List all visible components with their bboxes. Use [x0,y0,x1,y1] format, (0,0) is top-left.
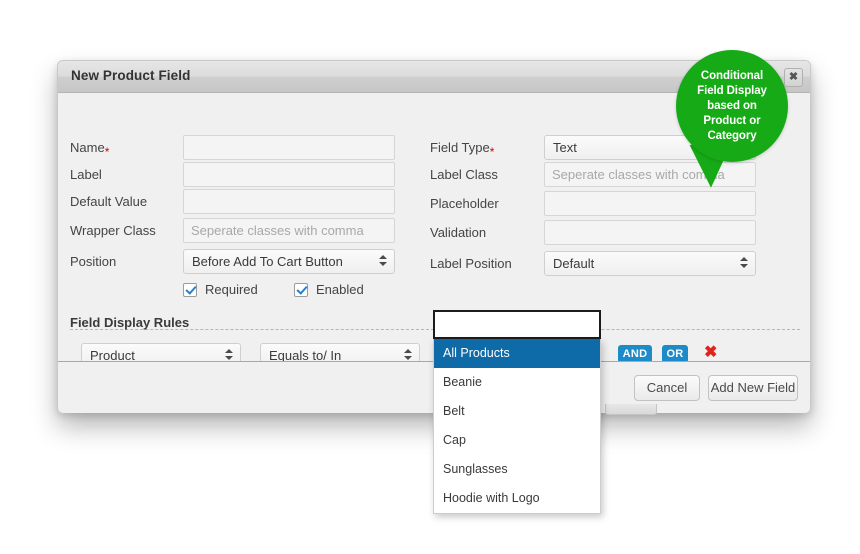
required-checkbox[interactable] [183,282,197,297]
callout-bubble: Conditional Field Display based on Product … [676,50,788,162]
page-title: New Product Field [71,68,191,83]
label-position: Position [70,254,117,269]
dropdown-option[interactable]: Hoodie with Logo [434,484,600,513]
rule-value-input[interactable] [433,310,601,339]
name-field[interactable] [183,135,395,160]
dropdown-option[interactable]: Cap [434,426,600,455]
label-label: Label [70,167,102,182]
modal-bottom-tab [605,404,657,415]
label-default-value: Default Value [70,194,148,209]
form-row-label-class: Label Class [430,162,800,188]
callout-line: Field Display [697,84,767,97]
default-value-field[interactable] [183,189,395,214]
label-name-text: Name [70,140,105,155]
label-validation: Validation [430,225,487,240]
form-row-placeholder: Placeholder [430,191,800,217]
form-row-wrapper-class: Wrapper Class [70,218,420,244]
form-row-label-position: Label Position Default [430,251,800,277]
wrapper-class-field[interactable] [183,218,395,243]
label-label-class: Label Class [430,167,498,182]
label-position-select[interactable]: Default [544,251,756,276]
enabled-checkbox[interactable] [294,282,308,297]
label-position-select-value: Default [553,256,595,271]
dropdown-option[interactable]: Sunglasses [434,455,600,484]
callout-line: Product or [703,114,761,127]
label-field-type-text: Field Type [430,140,490,155]
position-select[interactable]: Before Add To Cart Button [183,249,395,274]
dropdown-option-list: All Products Beanie Belt Cap Sunglasses Hoodi… [433,339,601,514]
form-row-default-value: Default Value [70,189,420,215]
chevron-updown-icon-3 [740,256,748,271]
callout-line: Category [707,129,757,142]
required-marker-icon-2: * [489,145,495,159]
rule-value-dropdown: All Products Beanie Belt Cap Sunglasses Hoodi… [433,310,601,514]
required-checkbox-label: Required [205,282,258,297]
screenshot-stage: New Product Field ✖ Name* Label Default … [0,0,860,554]
label-field[interactable] [183,162,395,187]
add-new-field-button[interactable]: Add New Field [708,375,798,401]
placeholder-field[interactable] [544,191,756,216]
dropdown-option[interactable]: Belt [434,397,600,426]
label-label-position: Label Position [430,256,512,271]
field-type-select-value: Text [553,140,577,155]
chevron-updown-icon [379,254,387,269]
form-row-validation: Validation [430,220,800,246]
validation-field[interactable] [544,220,756,245]
callout-line: based on [707,99,757,112]
dropdown-option[interactable]: Beanie [434,368,600,397]
required-checkbox-group[interactable]: Required [183,282,258,297]
label-wrapper-class: Wrapper Class [70,223,156,238]
callout-text: Conditional Field Display based on Product … [676,50,788,162]
callout-line: Conditional [700,69,764,82]
label-placeholder: Placeholder [430,196,499,211]
dropdown-option[interactable]: All Products [434,339,600,368]
required-marker-icon: * [104,145,110,159]
cancel-button[interactable]: Cancel [634,375,700,401]
form-row-label: Label [70,162,420,188]
form-row-position: Position Before Add To Cart Button [70,249,420,275]
enabled-checkbox-label: Enabled [316,282,364,297]
enabled-checkbox-group[interactable]: Enabled [294,282,364,297]
field-display-rules-heading: Field Display Rules [70,315,190,330]
position-select-value: Before Add To Cart Button [192,254,343,269]
form-row-name: Name* [70,135,420,161]
